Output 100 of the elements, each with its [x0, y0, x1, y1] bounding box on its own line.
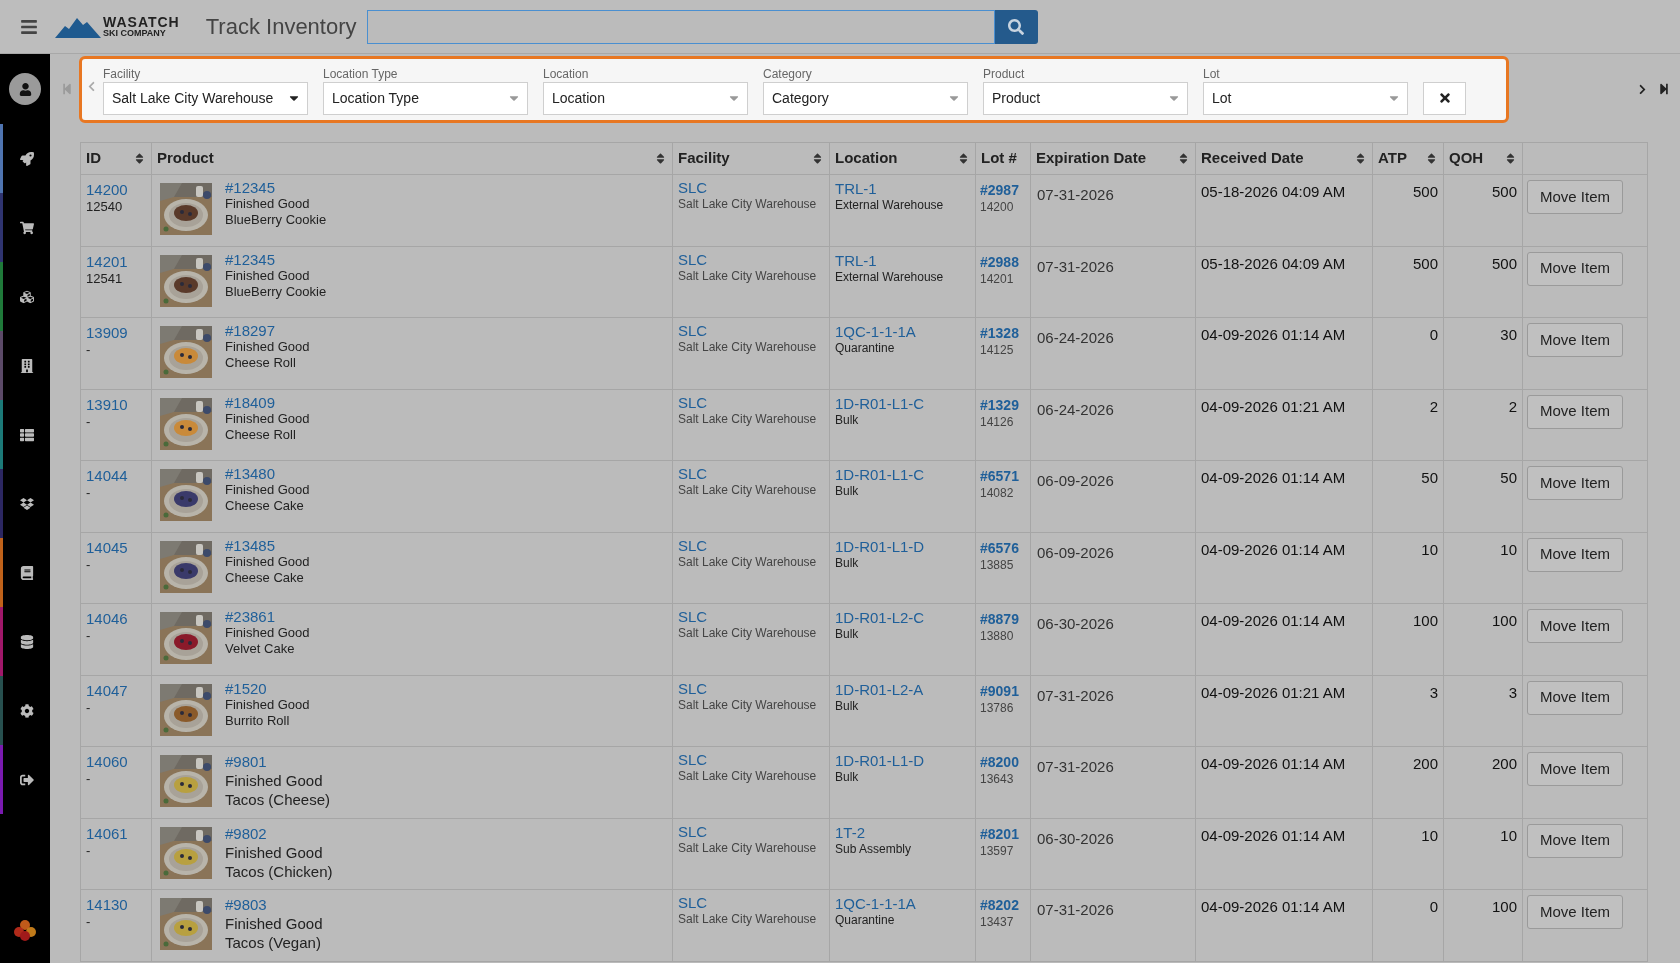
column-header[interactable]: ID — [80, 142, 152, 175]
filter-dropdown[interactable]: Salt Lake City Warehouse — [103, 81, 308, 115]
location-link[interactable]: 1D-R01-L1-D — [835, 537, 925, 555]
move-item-button[interactable]: Move Item — [1527, 680, 1623, 715]
item-id-link[interactable]: 14047 — [86, 681, 128, 699]
filter-dropdown[interactable]: Lot — [1203, 81, 1408, 115]
move-item-button[interactable]: Move Item — [1527, 752, 1623, 786]
facility-link[interactable]: SLC — [678, 250, 708, 268]
column-header[interactable]: Expiration Date — [1030, 142, 1196, 175]
lot-link[interactable]: #1329 — [980, 396, 1019, 414]
facility-link[interactable]: SLC — [678, 465, 708, 482]
move-item-button[interactable]: Move Item — [1527, 180, 1623, 214]
facility-link[interactable]: SLC — [678, 894, 708, 911]
filter-dropdown[interactable]: Category — [763, 81, 968, 115]
lot-id: 14125 — [980, 342, 1014, 359]
product-type: Finished Good — [225, 771, 323, 790]
item-id-link[interactable]: 14045 — [86, 538, 128, 556]
cubes-icon[interactable] — [19, 289, 34, 304]
avatar-icon[interactable] — [9, 73, 41, 105]
rocket-icon[interactable] — [19, 151, 34, 166]
move-item-button[interactable]: Move Item — [1527, 609, 1623, 643]
item-id-link[interactable]: 13910 — [86, 395, 128, 413]
item-id-link[interactable]: 14200 — [86, 181, 128, 198]
next-page-icon[interactable] — [1637, 83, 1648, 95]
column-header[interactable]: QOH — [1443, 142, 1523, 175]
item-id-link[interactable]: 14046 — [86, 610, 128, 627]
move-item-button[interactable]: Move Item — [1527, 537, 1623, 572]
item-id-link[interactable]: 14060 — [86, 753, 128, 770]
facility-link[interactable]: SLC — [678, 179, 708, 196]
facility-link[interactable]: SLC — [678, 751, 708, 768]
move-item-button[interactable]: Move Item — [1527, 466, 1623, 500]
lot-link[interactable]: #8200 — [980, 754, 1019, 771]
item-id-link[interactable]: 14201 — [86, 252, 128, 270]
product-sku-link[interactable]: #1520 — [225, 680, 267, 697]
item-id-link[interactable]: 14044 — [86, 467, 128, 484]
product-sku-link[interactable]: #12345 — [225, 180, 276, 196]
book-icon[interactable] — [19, 565, 34, 580]
location-link[interactable]: 1D-R01-L1-C — [835, 466, 925, 483]
product-sku-link[interactable]: #18297 — [225, 323, 276, 339]
location-link[interactable]: TRL-1 — [835, 180, 877, 197]
column-header[interactable]: Product — [151, 142, 673, 175]
location-link[interactable]: 1D-R01-L1-C — [835, 394, 925, 412]
lot-link[interactable]: #2988 — [980, 253, 1019, 271]
lot-link[interactable]: #1328 — [980, 325, 1019, 342]
facility-link[interactable]: SLC — [678, 322, 708, 339]
product-sku-link[interactable]: #13480 — [225, 466, 276, 482]
product-sku-link[interactable]: #13485 — [225, 537, 276, 554]
last-page-icon[interactable] — [1658, 83, 1670, 95]
lot-link[interactable]: #9091 — [980, 682, 1019, 700]
item-id-link[interactable]: 14130 — [86, 896, 128, 913]
move-item-button[interactable]: Move Item — [1527, 323, 1623, 357]
search-field[interactable] — [366, 9, 995, 44]
diamonds-icon[interactable] — [19, 496, 34, 511]
column-header[interactable]: Location — [829, 142, 976, 175]
list-icon[interactable] — [19, 427, 34, 442]
clear-filters-button[interactable] — [1423, 81, 1466, 115]
lot-link[interactable]: #8201 — [980, 825, 1019, 843]
menu-icon[interactable] — [20, 17, 38, 36]
column-header[interactable]: Lot # — [975, 142, 1031, 175]
facility-link[interactable]: SLC — [678, 822, 708, 840]
location-link[interactable]: 1D-R01-L1-D — [835, 752, 925, 769]
location-link[interactable]: 1D-R01-L2-C — [835, 609, 925, 626]
product-sku-link[interactable]: #12345 — [225, 251, 276, 268]
search-button[interactable] — [994, 9, 1038, 44]
location-link[interactable]: 1QC-1-1-1A — [835, 895, 916, 912]
lot-link[interactable]: #2987 — [980, 182, 1019, 199]
cart-icon[interactable] — [19, 220, 34, 235]
filter-dropdown[interactable]: Location — [543, 81, 748, 115]
product-sku-link[interactable]: #23861 — [225, 609, 276, 625]
building-icon[interactable] — [19, 358, 34, 373]
product-sku-link[interactable]: #9801 — [225, 752, 267, 771]
item-id-link[interactable]: 13909 — [86, 324, 128, 341]
column-header[interactable]: Received Date — [1195, 142, 1373, 175]
column-header[interactable]: ATP — [1372, 142, 1444, 175]
facility-link[interactable]: SLC — [678, 536, 708, 554]
lot-link[interactable]: #6571 — [980, 468, 1019, 485]
location-link[interactable]: TRL-1 — [835, 251, 877, 269]
filter-dropdown[interactable]: Product — [983, 81, 1188, 115]
move-item-button[interactable]: Move Item — [1527, 394, 1623, 429]
location-link[interactable]: 1T-2 — [835, 823, 865, 841]
facility-link[interactable]: SLC — [678, 393, 708, 411]
move-item-button[interactable]: Move Item — [1527, 895, 1623, 929]
filter-dropdown[interactable]: Location Type — [323, 81, 528, 115]
database-icon[interactable] — [19, 634, 34, 649]
location-link[interactable]: 1D-R01-L2-A — [835, 680, 924, 698]
settings-icon[interactable] — [19, 703, 34, 718]
lot-link[interactable]: #8879 — [980, 611, 1019, 628]
column-header[interactable]: Facility — [672, 142, 830, 175]
location-link[interactable]: 1QC-1-1-1A — [835, 323, 916, 340]
move-item-button[interactable]: Move Item — [1527, 251, 1623, 286]
sign-out-icon[interactable] — [19, 772, 34, 787]
product-sku-link[interactable]: #9802 — [225, 823, 267, 843]
facility-link[interactable]: SLC — [678, 679, 708, 697]
product-sku-link[interactable]: #9803 — [225, 895, 267, 914]
product-sku-link[interactable]: #18409 — [225, 394, 276, 411]
facility-link[interactable]: SLC — [678, 608, 708, 625]
lot-link[interactable]: #8202 — [980, 897, 1019, 914]
move-item-button[interactable]: Move Item — [1527, 823, 1623, 858]
lot-link[interactable]: #6576 — [980, 539, 1019, 557]
item-id-link[interactable]: 14061 — [86, 824, 128, 842]
